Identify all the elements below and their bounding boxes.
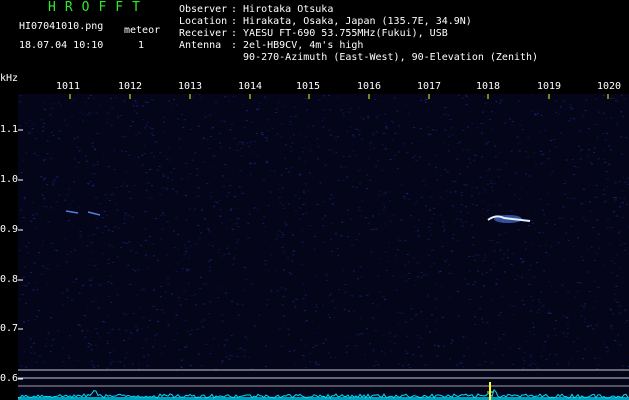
faint-echo-left-2: [87, 211, 101, 216]
y-tick-label: 0.8: [0, 274, 19, 285]
antenna-label: Antenna: [179, 40, 222, 51]
filename-label: HI07041010.png: [19, 21, 104, 32]
x-tick-label: 1012: [118, 81, 143, 92]
x-tick-label: 1020: [597, 81, 622, 92]
faint-echo-left: [65, 210, 79, 214]
spectrogram: [18, 94, 629, 400]
noise-layer: [18, 94, 629, 371]
y-tick-label: 0.9: [0, 224, 19, 235]
y-tick-label: 0.7: [0, 323, 19, 334]
x-tick-label: 1017: [417, 81, 442, 92]
x-tick-label: 1014: [238, 81, 263, 92]
x-tick-label: 1013: [178, 81, 203, 92]
location-value: : Hirakata, Osaka, Japan (135.7E, 34.9N): [231, 16, 472, 27]
y-tick-label: 0.6: [0, 373, 19, 384]
app-title: HROFFT: [48, 0, 149, 15]
location-label: Location: [179, 16, 228, 27]
meteor-count: 1: [138, 40, 145, 51]
x-tick-label: 1018: [476, 81, 501, 92]
x-tick-label: 1011: [56, 81, 81, 92]
y-tick-label: 1.1: [0, 124, 19, 135]
antenna-value: : 2el-HB9CV, 4m's high: [231, 40, 364, 51]
x-tick-label: 1015: [296, 81, 321, 92]
meteor-label: meteor: [124, 25, 161, 36]
receiver-value: : YAESU FT-690 53.755MHz(Fukui), USB: [231, 28, 448, 39]
spectrum-trace: [18, 388, 629, 399]
observer-value: : Hirotaka Otsuka: [231, 4, 334, 15]
x-tick-label: 1019: [537, 81, 562, 92]
y-tick-label: 1.0: [0, 174, 19, 185]
unit-label: kHz: [0, 73, 19, 84]
datetime-label: 18.07.04 10:10: [19, 40, 104, 51]
spectrogram-canvas: [18, 94, 629, 400]
receiver-label: Receiver: [179, 28, 228, 39]
observer-label: Observer: [179, 4, 228, 15]
x-tick-label: 1016: [357, 81, 382, 92]
antenna-extra-value: 90-270-Azimuth (East-West), 90-Elevation…: [231, 52, 539, 63]
